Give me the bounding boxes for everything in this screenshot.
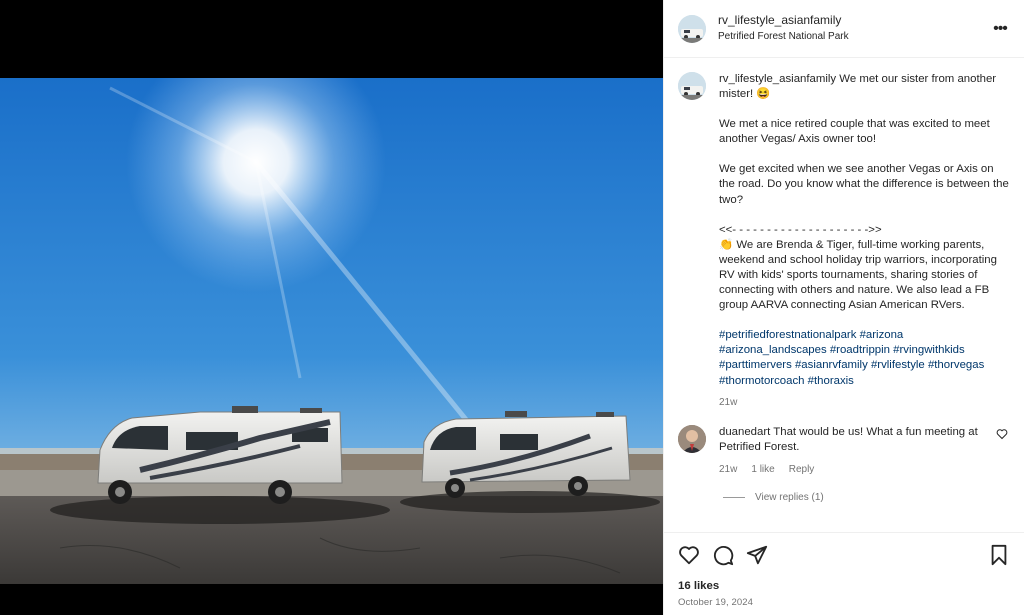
heart-icon[interactable]: [678, 544, 700, 566]
hashtag[interactable]: #arizona_landscapes: [719, 344, 827, 356]
post-details-panel: rv_lifestyle_asianfamily Petrified Fores…: [663, 0, 1024, 615]
more-options-icon[interactable]: •••: [990, 20, 1010, 38]
commenter-username[interactable]: duanedart: [719, 426, 770, 438]
comment-like-heart-icon[interactable]: [996, 427, 1010, 477]
caption-paragraph-3: We get excited when we see another Vegas…: [719, 163, 1009, 206]
bookmark-icon[interactable]: [988, 544, 1010, 566]
replies-divider-line: [723, 496, 745, 498]
caption-paragraph-4: 👏 We are Brenda & Tiger, full-time worki…: [719, 238, 997, 312]
action-bar: [678, 533, 1010, 577]
caption-age[interactable]: 21w: [719, 395, 1009, 410]
reply-button[interactable]: Reply: [789, 462, 815, 477]
hashtag[interactable]: #petrifiedforestnationalpark: [719, 329, 856, 341]
likes-count[interactable]: 16 likes: [678, 580, 1010, 592]
hashtag[interactable]: #parttimervers: [719, 359, 792, 371]
hashtag[interactable]: #roadtrippin: [830, 344, 890, 356]
commenter-avatar[interactable]: [678, 424, 706, 453]
post-media: [0, 0, 663, 615]
comments-section: rv_lifestyle_asianfamily We met our sist…: [664, 58, 1024, 532]
caption-row: rv_lifestyle_asianfamily We met our sist…: [678, 72, 1010, 410]
hashtag[interactable]: #arizona: [860, 329, 904, 341]
hashtag[interactable]: #thormotorcoach: [719, 375, 804, 387]
share-icon[interactable]: [746, 544, 768, 566]
caption-avatar-image: [678, 72, 706, 100]
caption-username[interactable]: rv_lifestyle_asianfamily: [719, 73, 836, 85]
heart-outline-icon: [996, 428, 1008, 439]
post-date[interactable]: October 19, 2024: [678, 597, 1010, 608]
author-username[interactable]: rv_lifestyle_asianfamily: [718, 13, 849, 28]
hashtag[interactable]: #thorvegas: [928, 359, 984, 371]
comment-icon[interactable]: [712, 544, 734, 566]
post-photo[interactable]: [0, 78, 663, 584]
hashtag[interactable]: #rvingwithkids: [893, 344, 965, 356]
view-replies-button[interactable]: View replies (1): [723, 492, 1010, 503]
comment-item: duanedart That would be us! What a fun m…: [678, 424, 1010, 477]
caption-divider: <<- - - - - - - - - - - - - - - - - - - …: [719, 223, 882, 236]
post-footer: 16 likes October 19, 2024: [664, 532, 1024, 608]
post-header: rv_lifestyle_asianfamily Petrified Fores…: [664, 0, 1024, 58]
comment-age[interactable]: 21w: [719, 462, 737, 477]
hashtag[interactable]: #rvlifestyle: [871, 359, 925, 371]
post-viewer: rv_lifestyle_asianfamily Petrified Fores…: [0, 0, 1024, 615]
post-caption: rv_lifestyle_asianfamily We met our sist…: [719, 72, 1009, 410]
hashtag-list: #petrifiedforestnationalpark #arizona #a…: [719, 328, 1009, 388]
rv-photo-image: [0, 78, 663, 584]
post-location[interactable]: Petrified Forest National Park: [718, 31, 849, 44]
hashtag[interactable]: #asianrvfamily: [795, 359, 868, 371]
commenter-avatar-image: [678, 424, 706, 453]
author-avatar-image: [678, 14, 706, 43]
hashtag[interactable]: #thoraxis: [808, 375, 854, 387]
caption-avatar[interactable]: [678, 72, 706, 100]
comment-likes[interactable]: 1 like: [751, 462, 774, 477]
caption-paragraph-2: We met a nice retired couple that was ex…: [719, 118, 990, 146]
author-avatar[interactable]: [678, 14, 706, 43]
view-replies-label: View replies (1): [755, 491, 824, 503]
